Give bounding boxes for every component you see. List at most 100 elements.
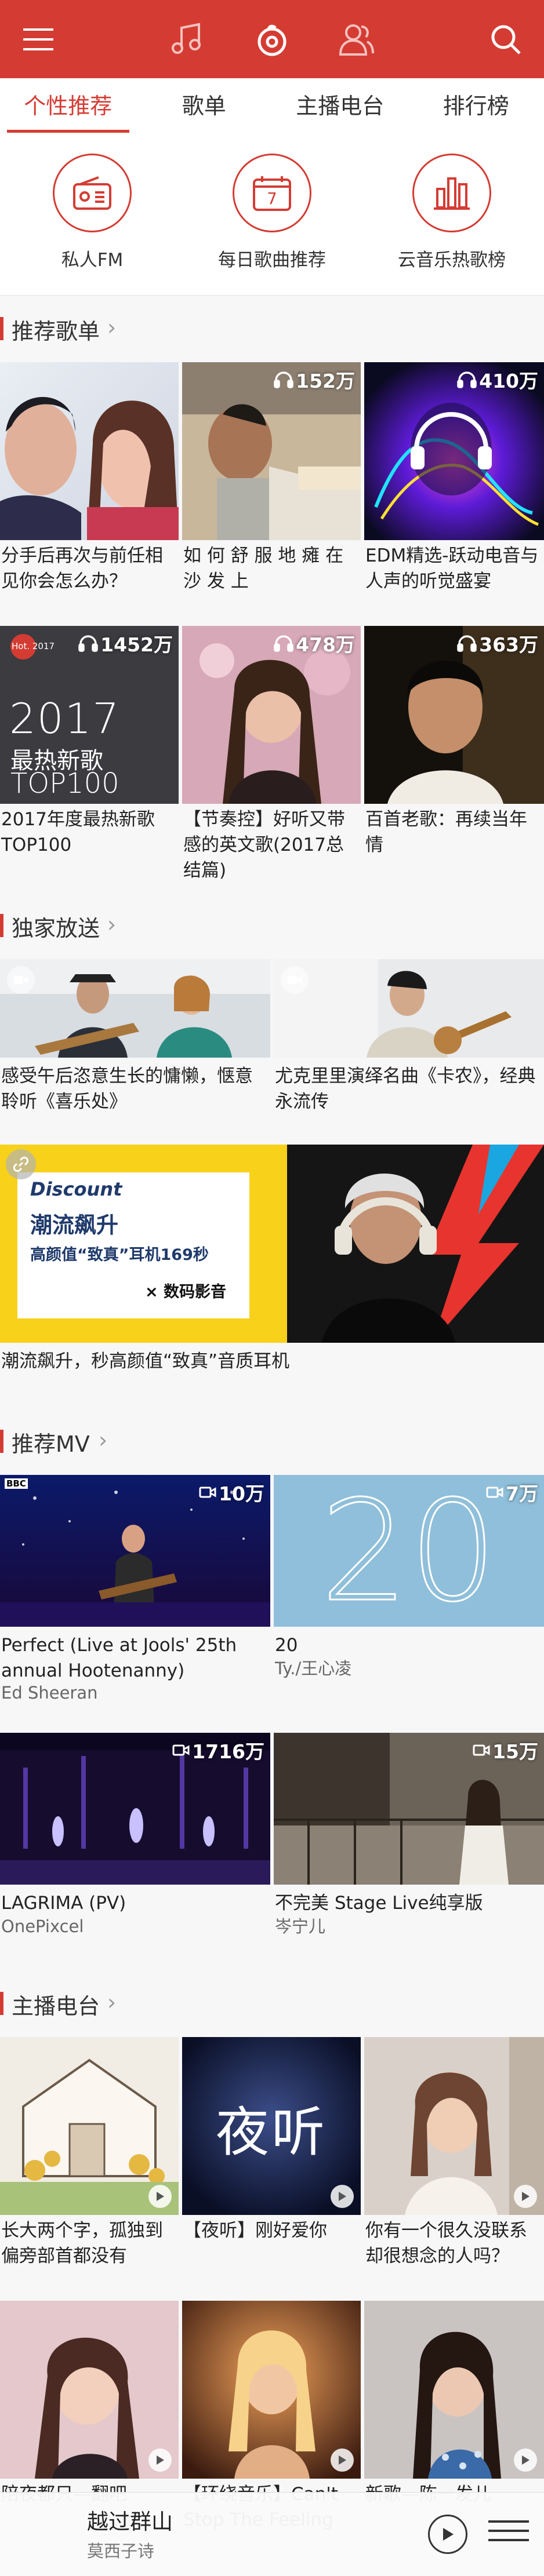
exclusive-title: 感受午后恣意生长的慵懒，惬意聆听《喜乐处》 [1, 1063, 265, 1114]
radio-card[interactable]: 陪夜都只—翻吧 [0, 2301, 179, 2492]
radio-title: 【夜听】刚好爱你 [183, 2218, 357, 2243]
play-icon [331, 2449, 354, 2472]
exclusive-card[interactable]: 尤克里里演绎名曲《卡农》，经典永流传 [274, 959, 544, 1121]
playlist-title: 分手后再次与前任相见你会怎么办？ [1, 543, 175, 594]
section-title: 推荐歌单 [12, 314, 100, 345]
radio-cover [364, 2301, 544, 2479]
radio-card[interactable]: 你有一个很久没联系却很想念的人吗？ [364, 2037, 544, 2280]
playlist-cover: 410万 [364, 362, 544, 540]
mini-player[interactable]: 越过群山 莫西子诗 [0, 2492, 544, 2576]
play-count-badge: 1452万 [78, 629, 173, 657]
playlist-cover: 363万 [364, 626, 544, 804]
playlist-card[interactable]: Hot. 2017 2017 最热新歌 TOP100 1452万 2017年度最… [0, 626, 179, 869]
mv-title: Perfect (Live at Jools' 25th annual Hoot… [1, 1633, 265, 1684]
play-button[interactable] [428, 2515, 467, 2554]
mv-artist: Ed Sheeran [1, 1681, 98, 1704]
private-fm-label: 私人FM [2, 245, 182, 271]
playlist-card[interactable]: 478万 【节奏控】好听又带感的英文歌(2017总结篇) [182, 626, 361, 869]
playlist-queue-icon[interactable] [488, 2520, 529, 2549]
link-icon [6, 1149, 36, 1179]
playlist-title: 2017年度最热新歌TOP100 [1, 807, 175, 858]
play-count: 410万 [479, 366, 538, 393]
menu-icon[interactable] [3, 0, 73, 78]
headphones-icon [457, 370, 477, 389]
daily-songs-button[interactable]: 7 每日歌曲推荐 [182, 154, 362, 271]
search-icon[interactable] [471, 0, 541, 78]
banner-image: Discount 潮流飙升 高颜值“致真”耳机169秒 × 数码影音 [0, 1145, 544, 1343]
section-header-mv[interactable]: 推荐MV › [0, 1423, 544, 1458]
playlist-card[interactable]: 分手后再次与前任相见你会怎么办？ [0, 362, 179, 606]
private-fm-button[interactable]: 私人FM [2, 154, 182, 271]
play-count-badge: 410万 [457, 366, 538, 393]
radio-cover [364, 2037, 544, 2215]
banner-headline: 潮流飙升 [30, 1207, 118, 1239]
section-header-playlists[interactable]: 推荐歌单 › [0, 310, 544, 345]
mv-card[interactable]: 20 7万 20 Ty./王心凌 [274, 1475, 544, 1730]
video-count-icon [199, 1485, 216, 1499]
play-count-badge: 7万 [486, 1478, 538, 1506]
section-accent [0, 1430, 3, 1453]
section-header-radio[interactable]: 主播电台 › [0, 1985, 544, 2020]
play-count: 15万 [492, 1736, 538, 1764]
tab-bar: 个性推荐 歌单 主播电台 排行榜 [0, 78, 544, 134]
play-count: 10万 [219, 1478, 264, 1506]
play-icon [441, 2527, 455, 2542]
banner-brand: × 数码影音 [145, 1279, 226, 1302]
play-icon [514, 2449, 537, 2472]
radio-card[interactable]: 新歌—陈一发儿 [364, 2301, 544, 2492]
radio-cover [182, 2301, 361, 2479]
section-title: 独家放送 [12, 910, 100, 942]
bar-chart-icon [412, 154, 491, 232]
play-count: 1452万 [100, 629, 173, 657]
playlist-cover: 478万 [182, 626, 361, 804]
radio-card[interactable]: 【环绕音乐】Can't Stop The Feeling [182, 2301, 361, 2492]
music-note-icon[interactable] [153, 0, 222, 78]
playlist-card[interactable]: 152万 如 何 舒 服 地 瘫 在 沙 发 上 [182, 362, 361, 606]
video-count-icon [486, 1485, 503, 1499]
play-count: 363万 [479, 629, 538, 657]
video-thumbnail [0, 959, 270, 1058]
headphones-icon [457, 634, 477, 653]
radio-card[interactable]: 夜听 【夜听】刚好爱你 [182, 2037, 361, 2280]
mv-card[interactable]: 15万 不完美 Stage Live纯享版 岑宁儿 [274, 1733, 544, 1941]
exclusive-banner[interactable]: Discount 潮流飙升 高颜值“致真”耳机169秒 × 数码影音 潮流飙升，… [0, 1145, 544, 1388]
discover-icon[interactable] [237, 0, 307, 78]
hot-chart-label: 云音乐热歌榜 [362, 245, 542, 271]
section-accent [0, 914, 3, 937]
cover-line2-text: TOP100 [10, 767, 119, 800]
mv-title: LAGRIMA (PV) [1, 1890, 265, 1916]
playlist-card[interactable]: 363万 百首老歌：再续当年情 [364, 626, 544, 869]
playlist-card[interactable]: 410万 EDM精选-跃动电音与人声的听觉盛宴 [364, 362, 544, 606]
mv-card[interactable]: 1716万 LAGRIMA (PV) OnePixcel [0, 1733, 270, 1941]
section-header-exclusive[interactable]: 独家放送 › [0, 907, 544, 942]
play-count: 152万 [296, 366, 355, 393]
playlist-cover: 152万 [182, 362, 361, 540]
section-accent [0, 1992, 3, 2015]
banner-photo [287, 1145, 544, 1343]
mv-card[interactable]: BBC 10万 Perfect (Live at Jools' 25th ann… [0, 1475, 270, 1730]
mv-thumbnail: 15万 [274, 1733, 544, 1885]
tab-playlists[interactable]: 歌单 [136, 78, 273, 134]
play-icon [514, 2185, 537, 2208]
friends-icon[interactable] [322, 0, 391, 78]
calendar-icon: 7 [233, 154, 311, 232]
section-accent [0, 317, 3, 340]
tab-charts[interactable]: 排行榜 [408, 78, 544, 134]
mv-channel-tag: BBC [5, 1478, 28, 1489]
play-count: 7万 [506, 1478, 538, 1506]
cover-year-text: 2017 [9, 694, 120, 743]
mv-artist: Ty./王心凌 [275, 1657, 351, 1680]
radio-icon [53, 154, 132, 232]
radio-cover [0, 2037, 179, 2215]
video-count-icon [172, 1743, 190, 1757]
hot-chart-button[interactable]: 云音乐热歌榜 [362, 154, 542, 271]
playlist-title: 【节奏控】好听又带感的英文歌(2017总结篇) [183, 807, 357, 883]
tab-radio[interactable]: 主播电台 [272, 78, 408, 134]
exclusive-title: 尤克里里演绎名曲《卡农》，经典永流传 [275, 1063, 539, 1114]
exclusive-card[interactable]: 感受午后恣意生长的慵懒，惬意聆听《喜乐处》 [0, 959, 270, 1121]
radio-card[interactable]: 长大两个字，孤独到偏旁部首都没有 [0, 2037, 179, 2280]
video-thumbnail [274, 959, 544, 1058]
tab-recommend[interactable]: 个性推荐 [0, 78, 136, 134]
play-count-badge: 1716万 [172, 1736, 264, 1764]
mv-thumbnail: 20 7万 [274, 1475, 544, 1627]
